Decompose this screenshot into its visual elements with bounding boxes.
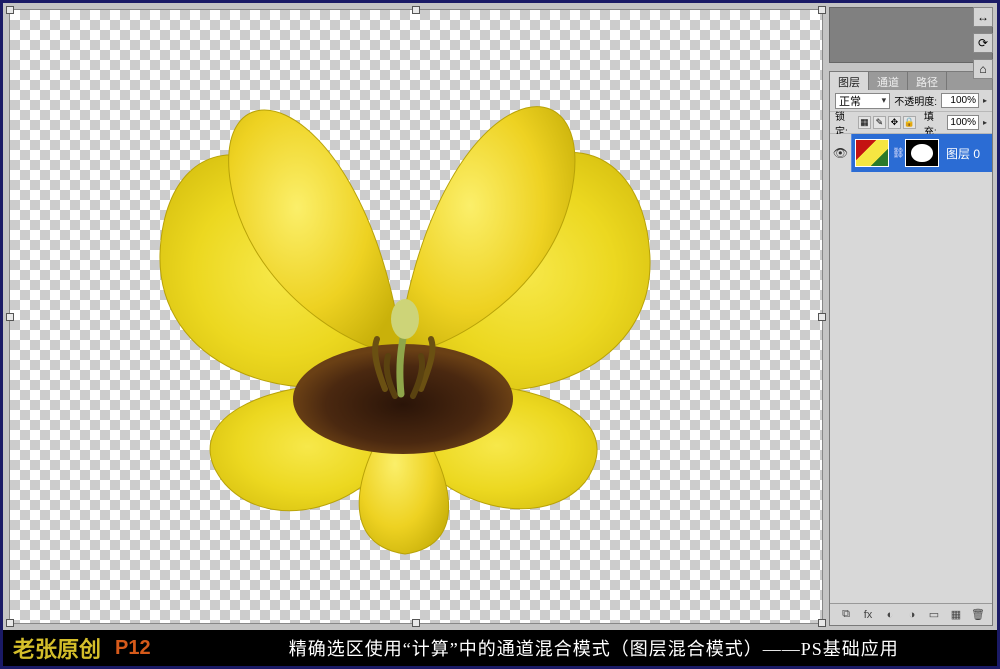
tab-channels[interactable]: 通道 [869, 72, 908, 90]
mask-link-icon[interactable]: ⛓ [892, 148, 902, 159]
new-layer-icon[interactable]: ▦ [948, 607, 964, 623]
transform-handle-tl[interactable] [6, 6, 14, 14]
layer-thumbnail[interactable] [855, 139, 889, 167]
panel-tabs: 图层 通道 路径 [830, 72, 992, 90]
transform-handle-mr[interactable] [818, 313, 826, 321]
lock-pixels-icon[interactable]: ✎ [873, 116, 886, 129]
lock-fill-row: 锁定: ▦ ✎ ✥ 🔒 填充: 100% ▸ [830, 112, 992, 134]
flower-image[interactable] [105, 44, 695, 564]
document-canvas[interactable]: ✛ [9, 9, 823, 624]
right-column: 图层 通道 路径 正常 不透明度: 100% ▸ 锁定: ▦ ✎ [829, 3, 997, 630]
link-layers-icon[interactable]: ⧉ [838, 607, 854, 623]
tab-layers[interactable]: 图层 [830, 72, 869, 90]
opacity-input[interactable]: 100% [941, 93, 979, 108]
group-icon[interactable]: ▭ [926, 607, 942, 623]
transform-handle-tm[interactable] [412, 6, 420, 14]
transform-handle-bl[interactable] [6, 619, 14, 627]
lock-all-icon[interactable]: 🔒 [903, 116, 916, 129]
caption-title: 精确选区使用“计算”中的通道混合模式（图层混合模式）——PS基础应用 [191, 635, 997, 661]
delete-layer-icon[interactable]: 🗑 [970, 607, 986, 623]
lock-icons-group: ▦ ✎ ✥ 🔒 [858, 116, 916, 129]
lock-label: 锁定: [835, 108, 854, 138]
lock-transparency-icon[interactable]: ▦ [858, 116, 871, 129]
blend-opacity-row: 正常 不透明度: 100% ▸ [830, 90, 992, 112]
fx-icon[interactable]: fx [860, 607, 876, 623]
navigator-collapsed[interactable] [829, 7, 993, 63]
blend-mode-select[interactable]: 正常 [835, 93, 890, 109]
fill-label: 填充: [924, 108, 943, 138]
layer-row-0[interactable]: 👁 ⛓ 图层 0 [830, 134, 992, 172]
toolbar-button-3[interactable]: ⌂ [973, 59, 993, 79]
toolbar-button-1[interactable]: ↔ [973, 7, 993, 27]
add-mask-icon[interactable]: ◐ [882, 607, 898, 623]
layers-panel-footer: ⧉ fx ◐ ◑ ▭ ▦ 🗑 [830, 603, 992, 625]
canvas-area: ✛ [3, 3, 829, 630]
toolbar-button-2[interactable]: ⟳ [973, 33, 993, 53]
opacity-label: 不透明度: [894, 93, 937, 108]
transform-handle-tr[interactable] [818, 6, 826, 14]
layer-visibility-toggle[interactable]: 👁 [830, 134, 852, 172]
lock-position-icon[interactable]: ✥ [888, 116, 901, 129]
layer-mask-thumbnail[interactable] [905, 139, 939, 167]
fill-input[interactable]: 100% [947, 115, 979, 130]
blend-mode-value: 正常 [839, 93, 861, 109]
workspace: ✛ [3, 3, 997, 630]
caption-author: 老张原创 [3, 632, 115, 664]
caption-bar: 老张原创 P12 精确选区使用“计算”中的通道混合模式（图层混合模式）——PS基… [3, 630, 997, 666]
transform-handle-bm[interactable] [412, 619, 420, 627]
layer-list: 👁 ⛓ 图层 0 [830, 134, 992, 603]
transform-handle-ml[interactable] [6, 313, 14, 321]
layer-name-label[interactable]: 图层 0 [946, 145, 980, 162]
opacity-flyout-icon[interactable]: ▸ [983, 96, 987, 105]
collapsed-toolbar: ↔ ⟳ ⌂ [971, 7, 995, 79]
layers-panel: 图层 通道 路径 正常 不透明度: 100% ▸ 锁定: ▦ ✎ [829, 71, 993, 626]
fill-flyout-icon[interactable]: ▸ [983, 118, 987, 127]
transform-handle-br[interactable] [818, 619, 826, 627]
caption-page: P12 [115, 637, 191, 660]
tab-paths[interactable]: 路径 [908, 72, 947, 90]
adjustment-layer-icon[interactable]: ◑ [904, 607, 920, 623]
app-frame: ✛ [0, 0, 1000, 669]
